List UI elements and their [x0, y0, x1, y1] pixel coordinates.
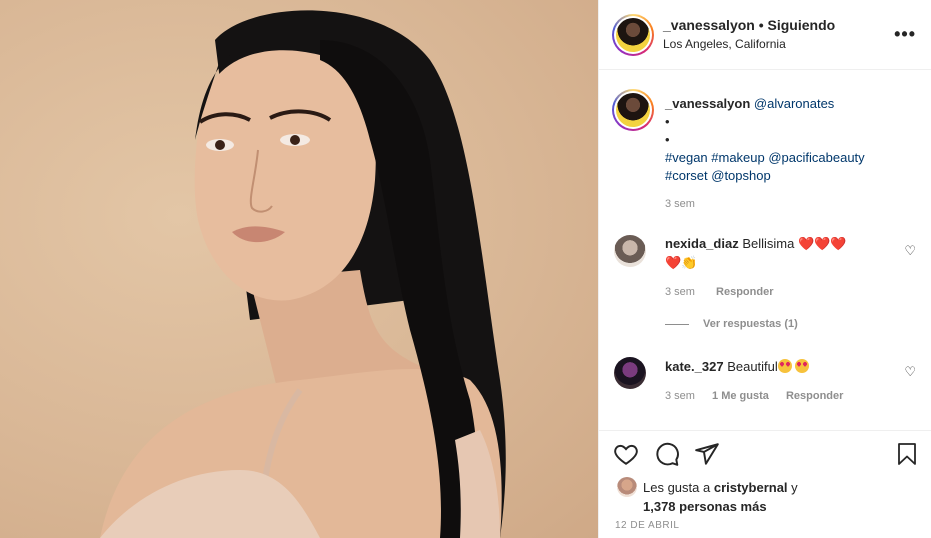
comment-meta: 3 sem Responder: [665, 286, 792, 298]
comment-timestamp[interactable]: 3 sem: [665, 286, 695, 298]
likes-count-button[interactable]: 1,378 personas más: [643, 499, 767, 514]
replies-divider: [665, 323, 689, 325]
like-heart-icon[interactable]: [613, 441, 639, 467]
comment-body: Bellisima: [742, 236, 795, 251]
liked-by-prefix: Les gusta a: [643, 480, 711, 495]
commenter-username[interactable]: kate._327: [665, 359, 724, 374]
comment-text: kate._327 Beautiful: [665, 357, 890, 376]
comment-likes-count[interactable]: 1 Me gusta: [712, 390, 769, 402]
comments-list[interactable]: _vanessalyon @alvaronates • • #vegan #ma…: [599, 71, 931, 430]
follow-status-button[interactable]: Siguiendo: [768, 17, 836, 33]
view-replies-label: Ver respuestas (1): [703, 318, 798, 330]
caption-timestamp[interactable]: 3 sem: [665, 198, 695, 210]
caption-bullet: •: [665, 132, 670, 147]
comment-bubble-icon[interactable]: [654, 441, 680, 467]
commenter-username[interactable]: nexida_diaz: [665, 236, 739, 251]
caption-hashtags-line[interactable]: #vegan #makeup @pacificabeauty: [665, 149, 905, 167]
heart-eyes-emoji: [794, 359, 809, 373]
comment-meta: 3 sem 1 Me gusta Responder: [665, 390, 857, 402]
view-replies-button[interactable]: Ver respuestas (1): [665, 318, 798, 330]
instagram-post-modal: _vanessalyon • Siguiendo Los Angeles, Ca…: [0, 0, 931, 538]
comment-reply-button[interactable]: Responder: [716, 286, 773, 298]
caption-avatar[interactable]: [612, 89, 654, 131]
comment-like-heart-icon[interactable]: ♡: [904, 364, 916, 380]
post-date[interactable]: 12 DE ABRIL: [615, 520, 679, 531]
share-paper-plane-icon[interactable]: [694, 441, 720, 467]
caption-text: _vanessalyon @alvaronates • • #vegan #ma…: [665, 95, 905, 185]
post-side-panel: _vanessalyon • Siguiendo Los Angeles, Ca…: [598, 0, 931, 538]
post-location[interactable]: Los Angeles, California: [663, 37, 786, 51]
liked-by-conj: y: [791, 480, 798, 495]
liked-by-username[interactable]: cristybernal: [714, 480, 788, 495]
bookmark-save-icon[interactable]: [895, 441, 919, 467]
comment-reply-button[interactable]: Responder: [786, 390, 843, 402]
post-photo[interactable]: [0, 0, 598, 538]
author-username[interactable]: _vanessalyon: [663, 17, 755, 33]
comment-like-heart-icon[interactable]: ♡: [904, 243, 916, 259]
comment-timestamp[interactable]: 3 sem: [665, 390, 695, 402]
likes-summary: Les gusta a cristybernal y 1,378 persona…: [643, 478, 798, 516]
heart-eyes-emoji: [777, 359, 792, 373]
caption-bullet: •: [665, 114, 670, 129]
liker-avatar[interactable]: [617, 477, 637, 497]
commenter-avatar[interactable]: [614, 357, 646, 389]
heart-emoji: ❤️❤️❤️: [797, 236, 847, 251]
more-horizontal-icon[interactable]: •••: [894, 24, 916, 45]
post-actions: Les gusta a cristybernal y 1,378 persona…: [599, 430, 931, 538]
caption-mention[interactable]: @alvaronates: [754, 96, 834, 111]
commenter-avatar[interactable]: [614, 235, 646, 267]
comment-body: Beautiful: [727, 359, 778, 374]
caption-hashtags-line[interactable]: #corset @topshop: [665, 167, 905, 185]
portrait-illustration: [100, 10, 506, 538]
author-line: _vanessalyon • Siguiendo: [663, 17, 835, 33]
caption-username[interactable]: _vanessalyon: [665, 96, 750, 111]
separator-dot: •: [758, 17, 764, 33]
comment-text: nexida_diaz Bellisima ❤️❤️❤️ ❤️👏: [665, 234, 890, 272]
author-avatar[interactable]: [612, 14, 654, 56]
post-header: _vanessalyon • Siguiendo Los Angeles, Ca…: [599, 0, 931, 70]
heart-clap-emoji: ❤️👏: [665, 255, 698, 270]
